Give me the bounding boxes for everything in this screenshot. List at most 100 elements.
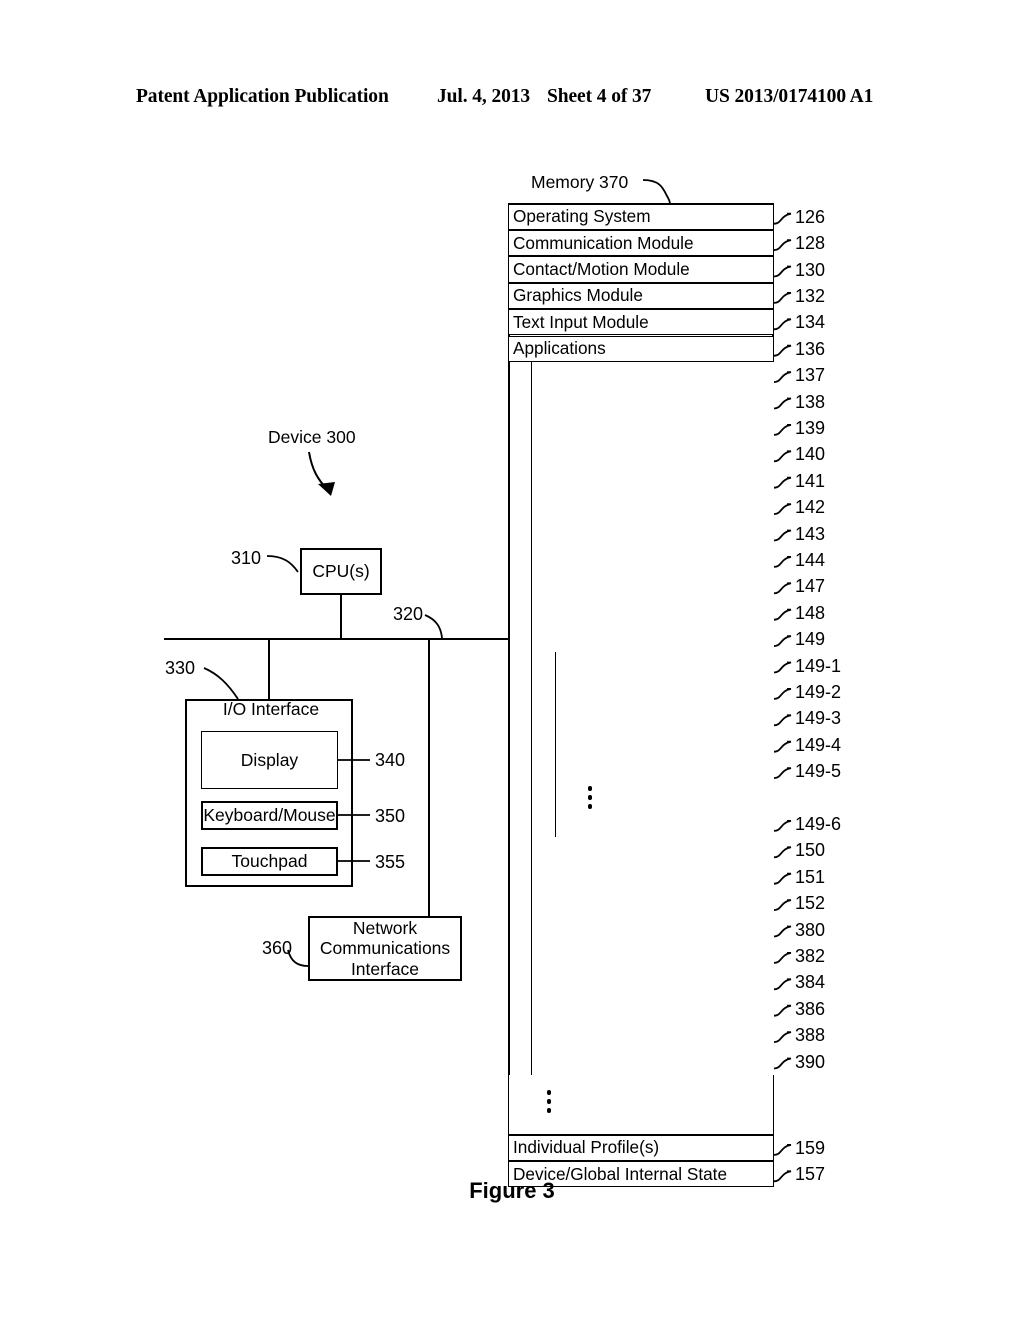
memory-ref-leader xyxy=(773,212,792,225)
memory-ref-number: 149-1 xyxy=(795,655,842,676)
memory-row-label: Contact/Motion Module xyxy=(513,258,690,279)
memory-ref-number: 148 xyxy=(795,602,826,623)
memory-ref-leader xyxy=(773,978,792,991)
cpu-ref: 310 xyxy=(231,548,262,568)
io-bus-stub xyxy=(268,638,270,700)
memory-ref-number: 152 xyxy=(795,893,826,914)
cpu-box: CPU(s) xyxy=(300,548,382,595)
memory-ref-number: 390 xyxy=(795,1051,826,1072)
device-arrow-line xyxy=(308,451,329,491)
memory-ref-number: 149 xyxy=(795,629,826,650)
memory-title: Memory 370 xyxy=(531,172,629,192)
memory-ref-leader xyxy=(773,529,792,542)
memory-ref-number: 388 xyxy=(795,1025,826,1046)
cpu-label: CPU(s) xyxy=(312,561,370,582)
memory-ref-number: 140 xyxy=(795,444,826,465)
memory-ref-leader xyxy=(773,397,792,410)
memory-ref-number: 134 xyxy=(795,312,826,333)
memory-ref-leader xyxy=(773,767,792,779)
memory-ref-leader xyxy=(773,424,792,436)
network-bus-stub xyxy=(428,638,430,916)
memory-ref-leader xyxy=(773,503,792,515)
memory-ref-leader xyxy=(773,688,792,700)
memory-ref-leader xyxy=(773,1031,792,1043)
memory-ref-leader xyxy=(773,608,792,621)
memory-ref-leader xyxy=(773,318,792,331)
io-interface-label: I/O Interface xyxy=(222,699,320,719)
memory-ref-leader xyxy=(773,740,792,753)
memory-ref-number: 380 xyxy=(795,919,826,940)
memory-ref-number: 141 xyxy=(795,470,826,491)
memory-ref-number: 139 xyxy=(795,417,826,438)
memory-ref-leader xyxy=(773,265,792,278)
cpu-bus-stub xyxy=(340,595,342,639)
memory-ref-number: 149-4 xyxy=(795,734,842,755)
bus-ref: 320 xyxy=(393,604,424,624)
memory-leader xyxy=(642,179,671,205)
network-interface-label: Network Communications Interface xyxy=(310,918,460,979)
memory-ref-leader xyxy=(773,872,792,885)
memory-ref-leader xyxy=(773,820,792,832)
touchpad-label: Touchpad xyxy=(231,851,308,872)
display-ref: 340 xyxy=(375,750,406,770)
memory-ref-number: 159 xyxy=(795,1137,826,1158)
memory-ref-leader xyxy=(773,661,792,674)
memory-ref-leader xyxy=(773,899,792,911)
network-label-line-1: Network xyxy=(352,918,418,939)
memory-ref-leader xyxy=(773,846,792,859)
network-communications-box: Network Communications Interface xyxy=(308,916,462,981)
memory-ref-number: 126 xyxy=(795,206,826,227)
memory-ref-number: 149-6 xyxy=(795,813,842,834)
memory-ref-number: 132 xyxy=(795,285,826,306)
memory-ref-leader xyxy=(773,635,792,647)
bus-leader xyxy=(424,614,443,639)
memory-ref-number: 143 xyxy=(795,523,826,544)
display-label: Display xyxy=(240,749,299,770)
memory-row-graphics-module: Graphics Module xyxy=(508,282,774,310)
network-label-line-3: Interface xyxy=(350,958,420,979)
memory-row-label: Graphics Module xyxy=(513,285,643,306)
memory-ref-number: 149-2 xyxy=(795,681,842,702)
memory-ref-leader xyxy=(773,952,792,964)
memory-ref-leader xyxy=(773,292,792,304)
memory-ref-number: 136 xyxy=(795,338,826,359)
sheet-number: Sheet 4 of 37 xyxy=(547,86,652,107)
system-bus xyxy=(164,638,509,640)
memory-ref-leader xyxy=(773,476,792,489)
memory-ref-leader xyxy=(773,925,792,938)
memory-ref-number: 382 xyxy=(795,945,826,966)
memory-row-contact-motion-module: Contact/Motion Module xyxy=(508,256,774,283)
memory-ref-number: 149-3 xyxy=(795,708,842,729)
memory-row-individual-profile-s-: Individual Profile(s) xyxy=(508,1134,774,1162)
memory-ref-number: 149-5 xyxy=(795,761,842,782)
memory-ref-number: 130 xyxy=(795,259,826,280)
memory-row-label: Operating System xyxy=(513,206,651,227)
memory-row-label: Applications xyxy=(513,338,606,359)
keyboard-mouse-label: Keyboard/Mouse xyxy=(203,805,336,826)
keyboard-mouse-ref: 350 xyxy=(375,806,406,826)
memory-ref-leader xyxy=(773,450,792,463)
memory-row-label: Individual Profile(s) xyxy=(513,1137,660,1158)
memory-ref-number: 144 xyxy=(795,549,826,570)
widget-ellipsis xyxy=(578,784,602,810)
cpu-leader xyxy=(266,555,299,573)
memory-ref-leader xyxy=(773,582,792,595)
memory-ref-leader xyxy=(773,1004,792,1017)
memory-row-operating-system: Operating System xyxy=(508,203,774,230)
device-label: Device 300 xyxy=(268,427,356,447)
memory-ref-number: 128 xyxy=(795,233,826,254)
patent-figure-page: Patent Application Publication Jul. 4, 2… xyxy=(0,0,1024,1320)
memory-ref-leader xyxy=(773,556,792,568)
memory-row-label: Communication Module xyxy=(513,232,694,253)
memory-ref-number: 137 xyxy=(795,365,826,386)
memory-ref-number: 150 xyxy=(795,840,826,861)
io-ref: 330 xyxy=(165,658,196,678)
memory-ref-number: 138 xyxy=(795,391,826,412)
memory-ref-number: 151 xyxy=(795,866,826,887)
memory-ref-leader xyxy=(773,1144,792,1156)
io-leader xyxy=(203,667,239,700)
network-ref: 360 xyxy=(262,938,293,958)
memory-ref-leader xyxy=(773,344,792,357)
memory-ref-leader xyxy=(773,714,792,727)
memory-row-text-input-module: Text Input Module xyxy=(508,309,774,336)
